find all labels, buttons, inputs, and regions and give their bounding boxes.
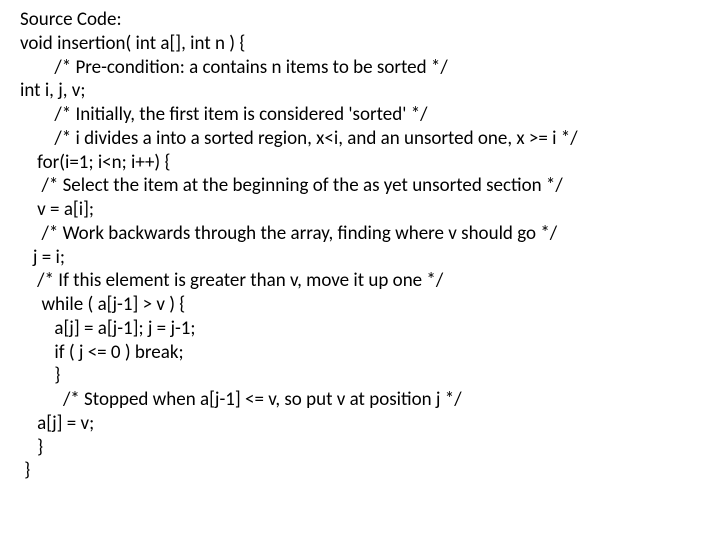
code-line: j = i; (20, 246, 720, 270)
code-line: while ( a[j-1] > v ) { (20, 293, 720, 317)
code-line: /* Stopped when a[j-1] <= v, so put v at… (20, 388, 720, 412)
code-line: Source Code: (20, 8, 720, 32)
code-line: if ( j <= 0 ) break; (20, 341, 720, 365)
code-line: int i, j, v; (20, 79, 720, 103)
code-line: } (20, 364, 720, 388)
code-line: } (20, 459, 720, 483)
code-line: /* If this element is greater than v, mo… (20, 269, 720, 293)
source-code-listing: Source Code: void insertion( int a[], in… (0, 0, 720, 483)
code-line: for(i=1; i<n; i++) { (20, 151, 720, 175)
code-line: /* Select the item at the beginning of t… (20, 174, 720, 198)
code-line: /* Pre-condition: a contains n items to … (20, 56, 720, 80)
code-line: /* Work backwards through the array, fin… (20, 222, 720, 246)
code-line: /* Initially, the first item is consider… (20, 103, 720, 127)
code-line: void insertion( int a[], int n ) { (20, 32, 720, 56)
code-line: v = a[i]; (20, 198, 720, 222)
code-line: a[j] = a[j-1]; j = j-1; (20, 317, 720, 341)
code-line: /* i divides a into a sorted region, x<i… (20, 127, 720, 151)
code-line: } (20, 436, 720, 460)
code-line: a[j] = v; (20, 412, 720, 436)
